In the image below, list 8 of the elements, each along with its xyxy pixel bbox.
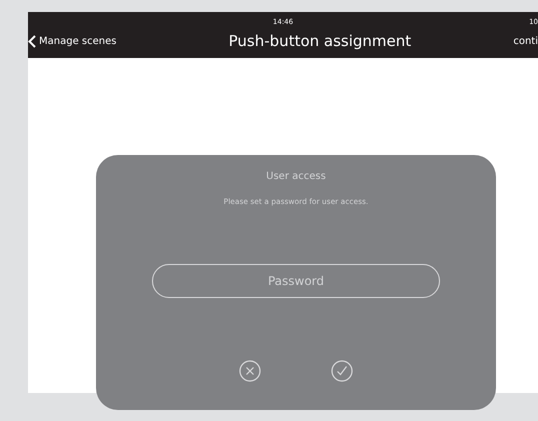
- cancel-icon[interactable]: [239, 360, 261, 382]
- dialog-title: User access: [266, 171, 326, 182]
- page-title: Push-button assignment: [228, 32, 412, 50]
- confirm-icon[interactable]: [331, 360, 353, 382]
- continue-link[interactable]: conti: [513, 36, 538, 46]
- chevron-left-icon: [28, 34, 36, 48]
- password-field[interactable]: Password: [152, 264, 440, 298]
- back-link[interactable]: Manage scenes: [28, 34, 116, 48]
